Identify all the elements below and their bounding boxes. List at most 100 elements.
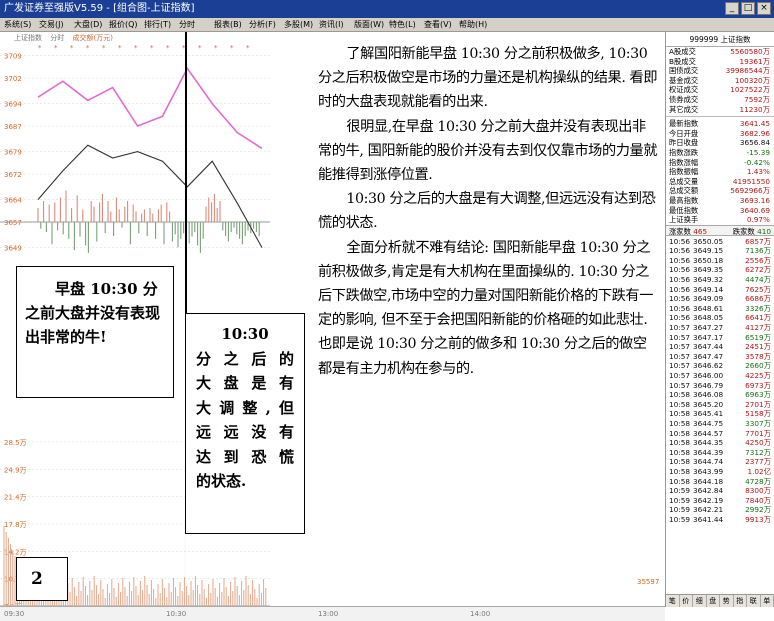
callout-line: 10:30	[221, 325, 269, 343]
stat-row: 债券成交 7592万	[666, 95, 774, 105]
stat-row: 权证成交 1027522万	[666, 85, 774, 95]
stat-label: 最低指数	[669, 205, 699, 215]
stat-value: 1.43%	[746, 167, 770, 177]
trade-price: 3650.18	[693, 255, 724, 265]
menu-item[interactable]: 分时	[179, 18, 214, 31]
trade-price: 3647.44	[693, 342, 724, 352]
up-label: 涨家数	[669, 226, 691, 236]
trade-price: 3646.79	[693, 380, 724, 390]
trade-price: 3645.20	[693, 399, 724, 409]
menu-item[interactable]: 资讯(I)	[319, 18, 354, 31]
stat-row: 昨日收盘 3656.84	[666, 138, 774, 148]
price-tick-label: 3679	[4, 149, 22, 157]
stat-row: 最高指数 3693.16	[666, 196, 774, 206]
panel-tab[interactable]: 指	[734, 595, 747, 607]
volume-axis-value: 35597	[637, 578, 660, 586]
trade-volume: 4127万	[745, 323, 771, 333]
trade-row: 10:56 3648.61 3326万	[666, 304, 774, 314]
menu-item[interactable]: 交易(J)	[39, 18, 74, 31]
menu-item[interactable]: 多股(M)	[284, 18, 319, 31]
signal-marker: *	[150, 44, 154, 52]
price-tick-label: 3649	[4, 245, 22, 253]
close-button[interactable]: ×	[757, 2, 771, 15]
chart-divider-line	[185, 32, 187, 345]
maximize-button[interactable]: □	[741, 2, 755, 15]
stat-value: 1027522万	[730, 85, 770, 95]
trade-volume: 6973万	[745, 380, 771, 390]
panel-tab[interactable]: 细	[693, 595, 707, 607]
menu-item[interactable]: 分析(F)	[249, 18, 284, 31]
panel-tab[interactable]: 价	[680, 595, 693, 607]
minimize-button[interactable]: _	[725, 2, 739, 15]
trade-price: 3646.00	[693, 371, 724, 380]
panel-tab[interactable]: 单	[761, 595, 774, 607]
trade-price: 3645.41	[693, 409, 724, 419]
time-axis: 09:30 10:30 13:00 14:00	[0, 606, 665, 621]
price-line	[37, 66, 263, 150]
trade-time: 10:58	[669, 409, 691, 419]
trade-volume: 7312万	[745, 447, 771, 457]
panel-tab[interactable]: 盘	[707, 595, 720, 607]
menu-item[interactable]: 系统(S)	[4, 18, 39, 31]
menu-item[interactable]: 特色(L)	[389, 18, 424, 31]
trade-volume: 2451万	[745, 342, 771, 352]
trade-price: 3644.57	[693, 428, 724, 438]
trade-time: 10:57	[669, 361, 691, 371]
stat-label: 基金成交	[669, 75, 699, 85]
trade-volume: 9913万	[745, 514, 771, 524]
menu-item[interactable]: 报表(B)	[214, 18, 249, 31]
volume-tick-label: 24.9万	[4, 466, 27, 474]
trade-volume: 2701万	[745, 399, 771, 409]
panel-tab[interactable]: 联	[747, 595, 761, 607]
stat-label: 指数振幅	[669, 167, 699, 177]
menu-item[interactable]: 报价(Q)	[109, 18, 144, 31]
signal-marker: *	[230, 44, 234, 52]
trade-volume: 6686万	[745, 294, 771, 304]
stat-value: 3641.45	[739, 119, 770, 129]
article-paragraph: 很明显,在早盘 10:30 分之前大盘并没有表现出非常的牛, 国阳新能的股价并没…	[318, 118, 658, 184]
volume-tick-label: 17.8万	[4, 521, 27, 529]
menu-item[interactable]: 版面(W)	[354, 18, 389, 31]
trade-ticks[interactable]: 10:56 3650.05 6857万 10:56 3649.15 7136万 10:56 3…	[666, 236, 774, 525]
chart-mode: 分时	[50, 34, 65, 42]
trade-row: 10:59 3642.19 7840万	[666, 496, 774, 506]
price-tick-label: 3694	[4, 101, 22, 109]
trade-time: 10:59	[669, 514, 691, 524]
stat-value: 41951550	[732, 176, 770, 186]
menu-item[interactable]: 大盘(D)	[74, 18, 109, 31]
trade-time: 10:58	[669, 457, 691, 467]
stat-label: 总成交额	[669, 186, 699, 196]
callout-after-1030: 10:30 分之后的 大盘是有 大调整,但 远远没有 达到恐慌 的状态.	[185, 313, 305, 534]
trade-price: 3641.44	[693, 514, 724, 524]
callout-line: 的状态.	[196, 472, 247, 490]
signal-marker: *	[246, 44, 250, 52]
stat-value: 7592万	[744, 94, 770, 104]
trade-time: 10:57	[669, 342, 691, 352]
volume-tick-label: 28.5万	[4, 439, 27, 447]
trade-row: 10:56 3648.05 6641万	[666, 313, 774, 323]
stat-label: 债券成交	[669, 94, 699, 104]
menu-item[interactable]: 排行(T)	[144, 18, 179, 31]
menu-item[interactable]: 查看(V)	[424, 18, 459, 31]
trade-price: 3649.32	[693, 275, 724, 285]
signal-marker: *	[166, 44, 170, 52]
trade-row: 10:57 3646.79 6973万	[666, 381, 774, 391]
stat-label: 指数涨幅	[669, 157, 699, 167]
stat-row: 指数振幅 1.43%	[666, 167, 774, 177]
figure-number: 2	[16, 557, 68, 601]
signal-marker: *	[198, 44, 202, 52]
menu-item[interactable]: 帮助(H)	[459, 18, 494, 31]
trade-time: 10:56	[669, 313, 691, 323]
trade-row: 10:58 3644.18 4728万	[666, 477, 774, 487]
panel-tab[interactable]: 势	[720, 595, 734, 607]
stat-value: 11230万	[739, 104, 770, 114]
trade-price: 3644.35	[693, 438, 724, 448]
time-label: 14:00	[470, 610, 491, 618]
trade-row: 10:59 3641.44 9913万	[666, 515, 774, 525]
stat-label: 今日开盘	[669, 128, 699, 138]
trade-volume: 7625万	[745, 284, 771, 294]
panel-tab[interactable]: 笔	[666, 595, 680, 607]
trade-price: 3644.74	[693, 457, 724, 467]
trade-volume: 6519万	[745, 332, 771, 342]
trade-volume: 3326万	[745, 303, 771, 313]
